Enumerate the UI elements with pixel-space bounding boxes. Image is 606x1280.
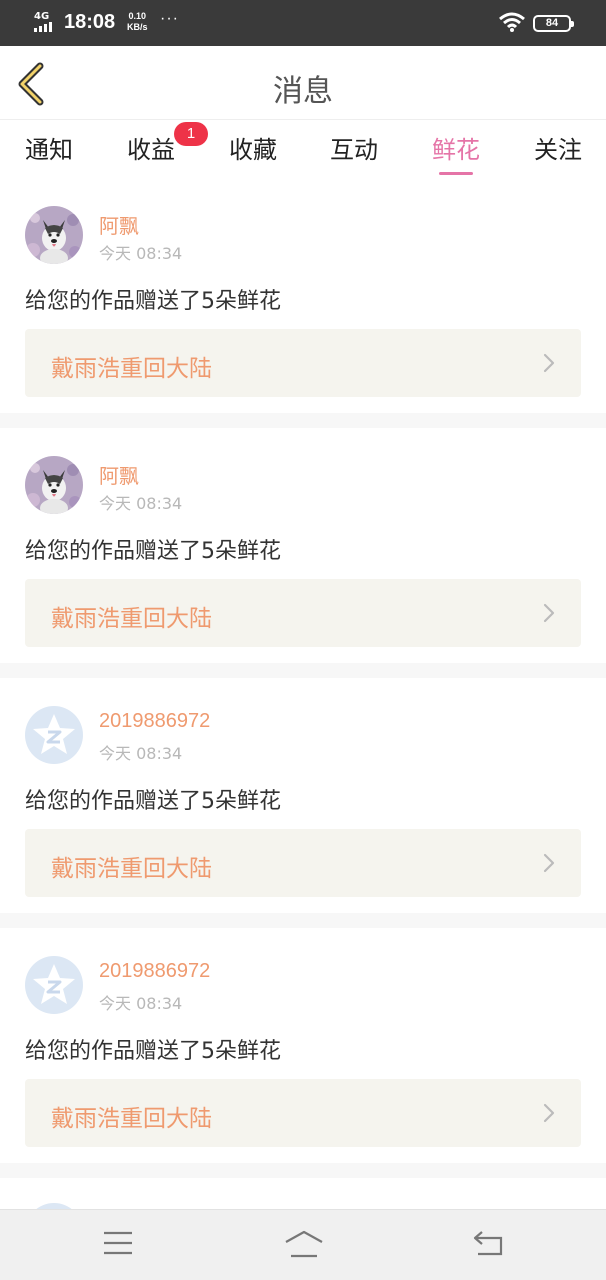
message-card: 阿飘 今天 08:34 给您的作品赠送了5朵鲜花 戴雨浩重回大陆 [0,178,606,413]
work-link[interactable]: 戴雨浩重回大陆 [25,579,581,647]
network-speed: 0.10 KB/s [127,11,148,33]
message-text: 给您的作品赠送了5朵鲜花 [25,539,281,564]
tab-label: 关注 [534,136,582,164]
sender-name[interactable]: 阿飘 [99,460,139,489]
back-arrow-icon[interactable] [472,1230,504,1256]
work-link[interactable]: 戴雨浩重回大陆 [25,829,581,897]
active-tab-indicator [439,172,473,175]
message-list: 阿飘 今天 08:34 给您的作品赠送了5朵鲜花 戴雨浩重回大陆 阿飘 今天 0… [0,178,606,1261]
message-time: 今天 08:34 [99,494,183,513]
tab-label: 鲜花 [432,136,480,164]
message-text: 给您的作品赠送了5朵鲜花 [25,289,281,314]
work-title: 戴雨浩重回大陆 [51,856,212,882]
work-link[interactable]: 戴雨浩重回大陆 [25,329,581,397]
network-type: 4G [34,11,50,22]
tab-label: 通知 [25,136,73,164]
home-icon[interactable] [284,1230,324,1258]
avatar[interactable] [25,706,83,764]
speed-unit: KB/s [127,22,148,32]
battery-icon: 84 [533,15,574,32]
tab-following[interactable]: 关注 [534,130,582,165]
avatar[interactable] [25,206,83,264]
message-card: 2019886972 今天 08:34 给您的作品赠送了5朵鲜花 戴雨浩重回大陆 [0,678,606,913]
work-title: 戴雨浩重回大陆 [51,606,212,632]
status-bar: 4G 18:08 0.10 KB/s ··· 84 [0,0,606,46]
tab-label: 收藏 [229,136,277,164]
speed-value: 0.10 [128,11,147,21]
sender-name[interactable]: 2019886972 [99,710,210,733]
message-time: 今天 08:34 [99,244,183,263]
more-dots: ··· [160,10,179,27]
chevron-right-icon [543,353,555,373]
tab-earnings[interactable]: 收益 1 [127,122,208,165]
unread-badge: 1 [174,122,208,146]
message-text: 给您的作品赠送了5朵鲜花 [25,1039,281,1064]
work-link[interactable]: 戴雨浩重回大陆 [25,1079,581,1147]
header: 消息 [0,46,606,120]
menu-icon[interactable] [103,1230,133,1256]
page-title: 消息 [273,74,333,109]
tab-favorites[interactable]: 收藏 [229,130,277,165]
system-nav-bar [0,1209,606,1280]
message-time: 今天 08:34 [99,994,183,1013]
tab-bar: 通知 收益 1 收藏 互动 鲜花 关注 [0,120,606,178]
wifi-icon [499,12,525,32]
avatar[interactable] [25,456,83,514]
signal-icon [34,22,52,32]
tab-notifications[interactable]: 通知 [25,130,73,165]
message-time: 今天 08:34 [99,744,183,763]
sender-name[interactable]: 阿飘 [99,210,139,239]
work-title: 戴雨浩重回大陆 [51,1106,212,1132]
chevron-right-icon [543,1103,555,1123]
chevron-right-icon [543,603,555,623]
tab-interactions[interactable]: 互动 [330,130,378,165]
avatar[interactable] [25,956,83,1014]
message-card: 阿飘 今天 08:34 给您的作品赠送了5朵鲜花 戴雨浩重回大陆 [0,428,606,663]
tab-label: 互动 [330,136,378,164]
clock: 18:08 [64,11,116,33]
tab-label: 收益 [127,136,175,164]
work-title: 戴雨浩重回大陆 [51,356,212,382]
message-text: 给您的作品赠送了5朵鲜花 [25,789,281,814]
message-card: 2019886972 今天 08:34 给您的作品赠送了5朵鲜花 戴雨浩重回大陆 [0,928,606,1163]
tab-flowers[interactable]: 鲜花 [432,130,480,175]
sender-name[interactable]: 2019886972 [99,960,210,983]
chevron-right-icon [543,853,555,873]
